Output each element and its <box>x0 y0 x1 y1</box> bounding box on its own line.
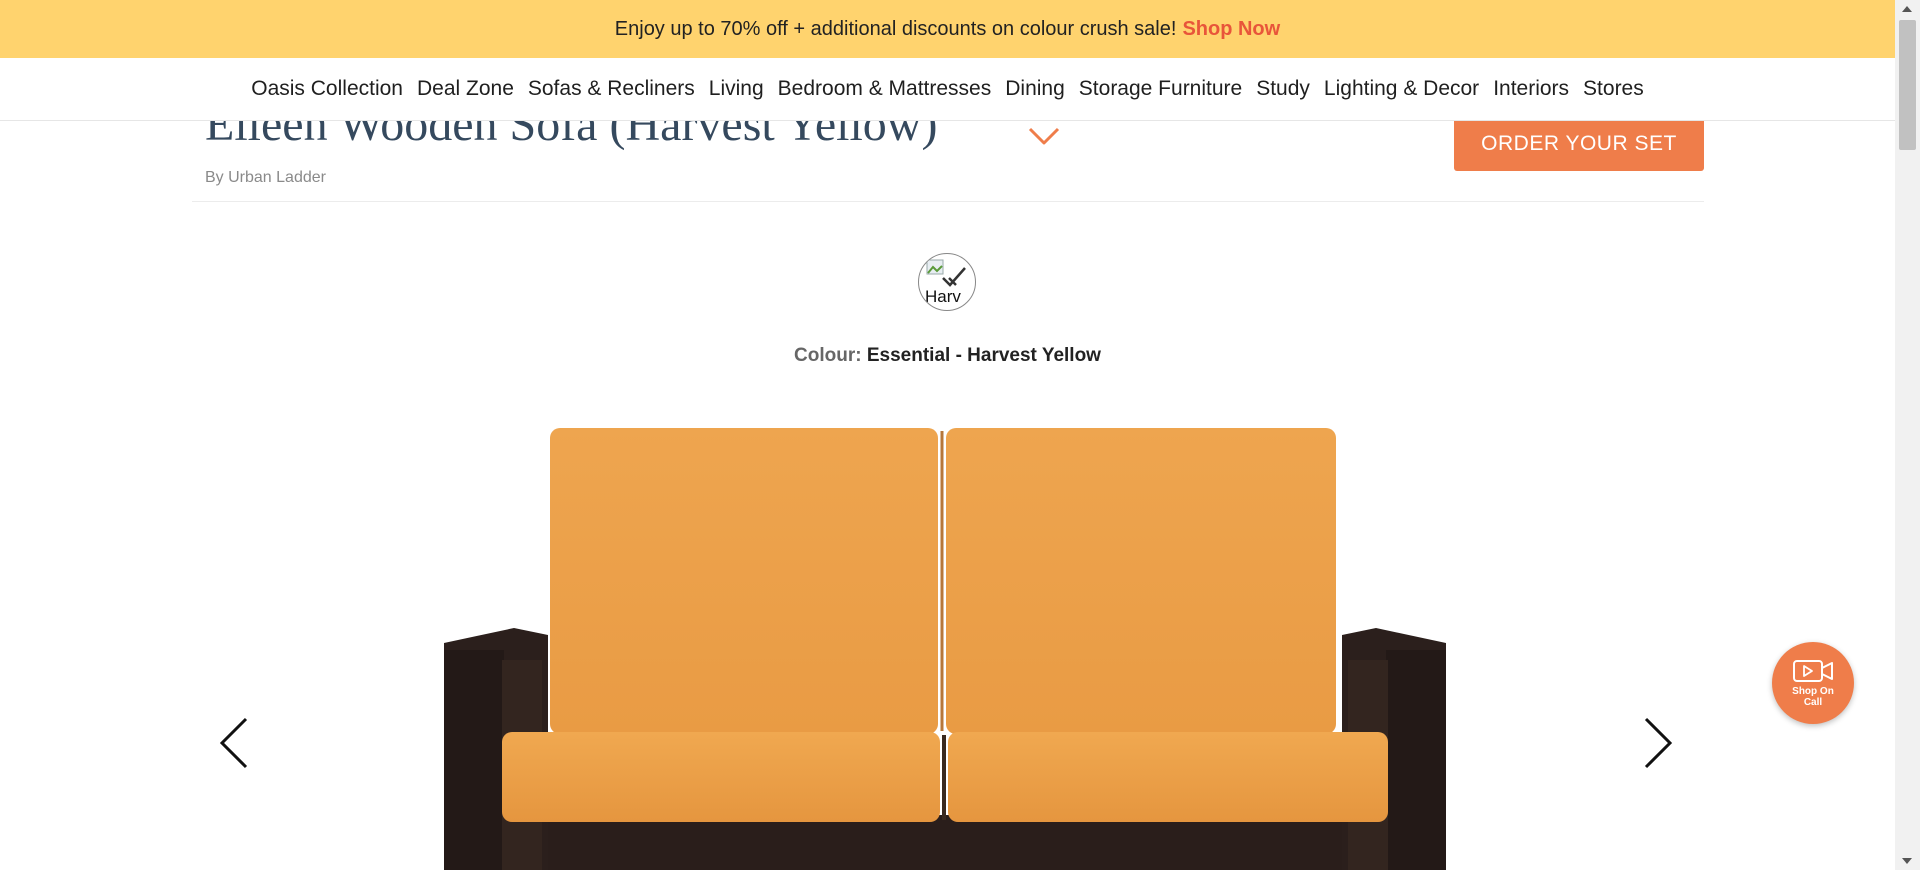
order-your-set-button[interactable]: ORDER YOUR SET <box>1454 117 1704 171</box>
product-header: Eileen Wooden Sofa (Harvest Yellow) By U… <box>192 117 1704 202</box>
nav-item-sofas-recliners[interactable]: Sofas & Recliners <box>528 77 695 101</box>
promo-banner: Enjoy up to 70% off + additional discoun… <box>0 0 1895 58</box>
main-nav: Oasis Collection Deal Zone Sofas & Recli… <box>0 58 1895 121</box>
colour-label: Colour: <box>794 345 862 366</box>
product-image-sofa <box>444 428 1446 870</box>
product-title-wrap: Eileen Wooden Sofa (Harvest Yellow) <box>192 121 1092 181</box>
carousel-next-chevron-icon[interactable] <box>1640 715 1676 771</box>
scroll-up-arrow-icon[interactable] <box>1902 6 1912 12</box>
colour-info: Colour: Essential - Harvest Yellow <box>0 345 1895 367</box>
promo-text: Enjoy up to 70% off + additional discoun… <box>614 17 1177 40</box>
shop-on-call-button[interactable]: Shop On Call <box>1772 642 1854 724</box>
nav-item-lighting-decor[interactable]: Lighting & Decor <box>1324 77 1479 101</box>
scrollbar-thumb[interactable] <box>1899 20 1916 150</box>
product-title: Eileen Wooden Sofa (Harvest Yellow) <box>205 121 938 151</box>
nav-item-interiors[interactable]: Interiors <box>1493 77 1569 101</box>
product-brand: By Urban Ladder <box>205 169 326 186</box>
nav-item-stores[interactable]: Stores <box>1583 77 1644 101</box>
nav-item-bedroom-mattresses[interactable]: Bedroom & Mattresses <box>778 77 992 101</box>
nav-item-oasis-collection[interactable]: Oasis Collection <box>251 77 403 101</box>
shop-on-call-label: Shop On Call <box>1792 686 1834 708</box>
colour-swatch-harvest-yellow[interactable]: Harv <box>918 253 976 311</box>
nav-item-deal-zone[interactable]: Deal Zone <box>417 77 514 101</box>
wishlist-heart-icon[interactable] <box>1024 115 1064 155</box>
nav-item-study[interactable]: Study <box>1256 77 1310 101</box>
nav-item-living[interactable]: Living <box>709 77 764 101</box>
colour-value: Essential - Harvest Yellow <box>866 345 1101 366</box>
shop-now-link[interactable]: Shop Now <box>1182 18 1280 41</box>
swatch-alt-text: Harv <box>925 287 961 306</box>
video-camera-icon <box>1793 660 1833 682</box>
carousel-prev-chevron-icon[interactable] <box>216 715 252 771</box>
scroll-down-arrow-icon[interactable] <box>1902 858 1912 864</box>
nav-item-storage-furniture[interactable]: Storage Furniture <box>1079 77 1242 101</box>
page-scrollbar[interactable] <box>1895 0 1920 870</box>
nav-item-dining[interactable]: Dining <box>1005 77 1065 101</box>
